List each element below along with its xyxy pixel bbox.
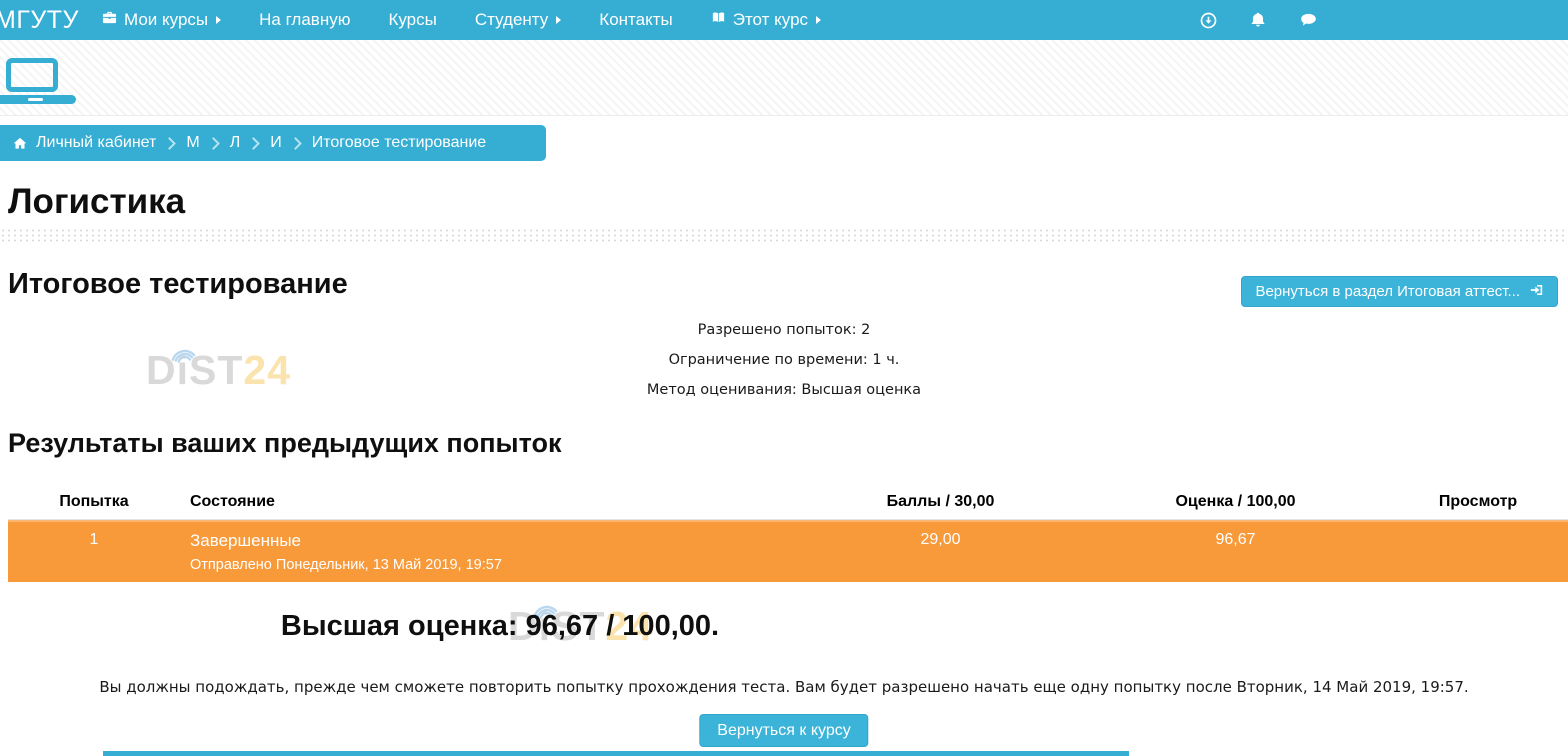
column-header-grade: Оценка / 100,00 [1083, 493, 1388, 511]
review-cell [1388, 531, 1568, 582]
nav-item-label: Контакты [599, 10, 672, 30]
breadcrumb-item-l[interactable]: Л [230, 134, 241, 152]
final-grade-text: Высшая оценка: 96,67 / 100,00. [0, 610, 1000, 643]
nav-item-student[interactable]: Студенту [456, 0, 580, 40]
nav-item-label: На главную [259, 10, 350, 30]
breadcrumb-item-m[interactable]: М [186, 134, 199, 152]
grade-cell: 96,67 [1083, 531, 1388, 582]
marks-cell: 29,00 [798, 531, 1083, 582]
column-header-attempt: Попытка [8, 493, 180, 511]
nav-item-courses[interactable]: Курсы [369, 0, 455, 40]
navbar-icon-group [1200, 0, 1318, 40]
laptop-icon [6, 58, 58, 92]
chevron-right-icon [164, 137, 177, 150]
nav-items: Мои курсы На главную Курсы Студенту Конт… [83, 0, 840, 40]
back-to-section-button[interactable]: Вернуться в раздел Итоговая аттест... [1241, 276, 1558, 307]
attempt-number-cell: 1 [8, 531, 180, 582]
back-to-course-label: Вернуться к курсу [717, 722, 850, 740]
chevron-right-icon [289, 137, 302, 150]
home-icon[interactable] [12, 136, 28, 151]
quiz-title: Итоговое тестирование [8, 268, 348, 301]
nav-item-my-courses[interactable]: Мои курсы [83, 0, 240, 40]
dotted-divider [0, 228, 1568, 244]
back-to-course-button[interactable]: Вернуться к курсу [699, 714, 868, 747]
time-limit-text: Ограничение по времени: 1 ч. [0, 352, 1568, 368]
results-heading: Результаты ваших предыдущих попыток [8, 428, 561, 459]
wait-message: Вы должны подождать, прежде чем сможете … [0, 678, 1568, 696]
attempts-allowed-text: Разрешено попыток: 2 [0, 322, 1568, 338]
bell-icon[interactable] [1249, 11, 1267, 29]
column-header-review: Просмотр [1388, 493, 1568, 511]
nav-item-home[interactable]: На главную [240, 0, 369, 40]
nav-item-this-course[interactable]: Этот курс [692, 0, 840, 40]
breadcrumb-item-i[interactable]: И [270, 134, 282, 152]
brand-logo[interactable]: МГУТУ [0, 6, 83, 35]
nav-item-label: Курсы [388, 10, 436, 30]
breadcrumb-item-dashboard[interactable]: Личный кабинет [36, 134, 156, 152]
nav-item-label: Этот курс [733, 10, 808, 30]
caret-right-icon [216, 16, 221, 24]
breadcrumb-item-quiz[interactable]: Итоговое тестирование [312, 134, 487, 152]
page-title: Логистика [8, 182, 185, 222]
chevron-right-icon [207, 137, 220, 150]
laptop-icon-notch [28, 98, 43, 101]
attempts-table: Попытка Состояние Баллы / 30,00 Оценка /… [8, 484, 1568, 582]
nav-item-contacts[interactable]: Контакты [580, 0, 691, 40]
chevron-right-icon [247, 137, 260, 150]
chat-bubble-icon[interactable] [1299, 11, 1318, 29]
grading-method-text: Метод оценивания: Высшая оценка [0, 382, 1568, 398]
sign-in-icon [1529, 283, 1544, 301]
column-header-marks: Баллы / 30,00 [798, 493, 1083, 511]
top-navbar: МГУТУ Мои курсы На главную Курсы Студент… [0, 0, 1568, 40]
briefcase-icon [102, 10, 117, 30]
quiz-info: Разрешено попыток: 2 Ограничение по врем… [0, 322, 1568, 412]
table-header-row: Попытка Состояние Баллы / 30,00 Оценка /… [8, 484, 1568, 520]
nav-item-label: Студенту [475, 10, 548, 30]
column-header-state: Состояние [180, 493, 798, 511]
circle-arrow-down-icon[interactable] [1200, 12, 1217, 29]
footer-accent-bar [103, 751, 1129, 756]
book-icon [711, 10, 726, 30]
back-to-section-label: Вернуться в раздел Итоговая аттест... [1255, 283, 1520, 300]
table-row: 1 Завершенные Отправлено Понедельник, 13… [8, 520, 1568, 582]
state-submitted-text: Отправлено Понедельник, 13 Май 2019, 19:… [190, 557, 798, 573]
caret-right-icon [816, 16, 821, 24]
state-cell: Завершенные Отправлено Понедельник, 13 М… [180, 531, 798, 582]
state-text: Завершенные [190, 531, 798, 551]
caret-right-icon [556, 16, 561, 24]
breadcrumb: Личный кабинет М Л И Итоговое тестирован… [0, 125, 546, 161]
nav-item-label: Мои курсы [124, 10, 208, 30]
header-band [0, 40, 1568, 116]
